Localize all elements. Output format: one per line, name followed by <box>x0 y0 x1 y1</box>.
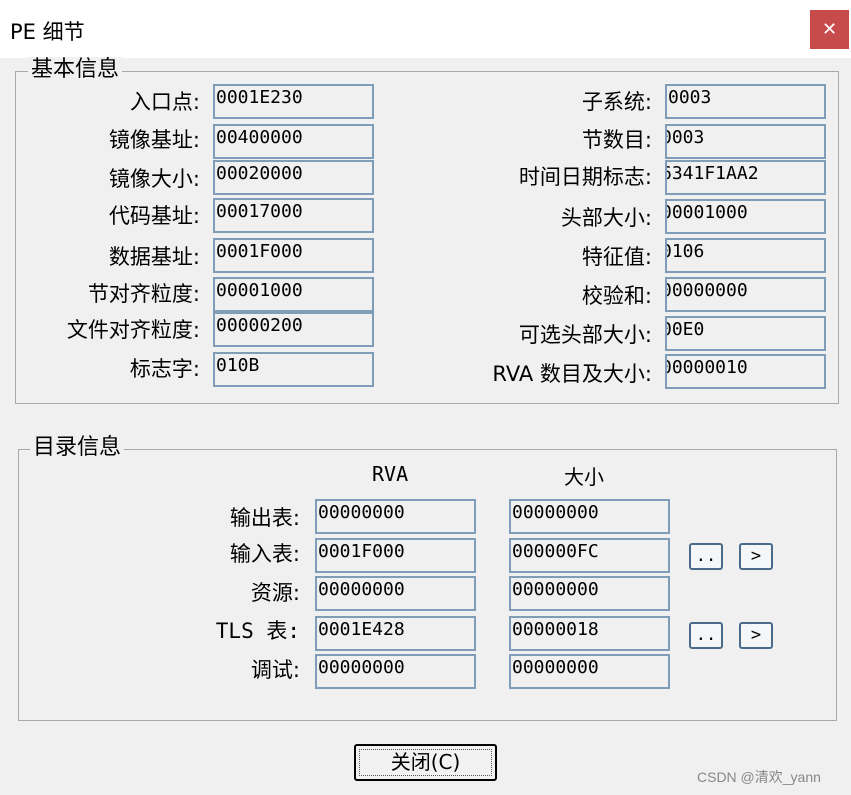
header-size-value: 00001000 <box>665 202 748 223</box>
optional-header-size-value: 00E0 <box>665 319 705 340</box>
section-alignment-field[interactable]: 00001000 <box>213 277 374 312</box>
window-title: PE 细节 <box>10 20 85 44</box>
checksum-value: 00000000 <box>665 280 748 301</box>
label-import-table: 输入表: <box>229 542 300 566</box>
watermark: CSDN @清欢_yann <box>697 769 821 785</box>
import-details-button[interactable]: .. <box>689 543 723 570</box>
resource-rva-field[interactable]: 00000000 <box>315 576 476 611</box>
label-debug: 调试: <box>250 658 300 682</box>
label-resource: 资源: <box>250 581 300 605</box>
label-header-size: 头部大小: <box>560 206 652 230</box>
tls-size-field[interactable]: 00000018 <box>509 616 670 651</box>
close-icon[interactable]: ✕ <box>810 10 849 49</box>
subsystem-field[interactable]: 0003 <box>665 84 826 119</box>
label-timestamp: 时间日期标志: <box>518 165 652 189</box>
section-count-field[interactable]: 0003 <box>665 124 826 159</box>
debug-rva-field[interactable]: 00000000 <box>315 654 476 689</box>
characteristics-value: 0106 <box>665 241 705 262</box>
import-next-button[interactable]: > <box>739 543 773 570</box>
label-checksum: 校验和: <box>581 284 652 308</box>
basic-info-title: 基本信息 <box>28 57 123 83</box>
title-bar: PE 细节 ✕ <box>0 0 851 58</box>
label-file-alignment: 文件对齐粒度: <box>66 318 200 342</box>
subsystem-value: 0003 <box>668 87 712 108</box>
label-characteristics: 特征值: <box>581 245 652 269</box>
image-base-field[interactable]: 00400000 <box>213 124 374 159</box>
close-button[interactable]: 关闭(C) <box>354 744 497 781</box>
label-entry-point: 入口点: <box>129 90 200 114</box>
label-image-base: 镜像基址: <box>108 128 200 152</box>
label-optional-header-size: 可选头部大小: <box>518 323 652 347</box>
import-rva-field[interactable]: 0001F000 <box>315 538 476 573</box>
section-count-value: 0003 <box>665 127 705 148</box>
export-rva-field[interactable]: 00000000 <box>315 499 476 534</box>
label-data-base: 数据基址: <box>108 245 200 269</box>
timestamp-value: 6341F1AA2 <box>665 163 759 184</box>
image-size-field[interactable]: 00020000 <box>213 160 374 195</box>
timestamp-field[interactable]: 6341F1AA2 <box>665 160 826 195</box>
column-header-rva: RVA <box>372 462 409 486</box>
label-subsystem: 子系统: <box>581 90 652 114</box>
characteristics-field[interactable]: 0106 <box>665 238 826 273</box>
tls-rva-field[interactable]: 0001E428 <box>315 616 476 651</box>
debug-size-field[interactable]: 00000000 <box>509 654 670 689</box>
tls-details-button[interactable]: .. <box>689 622 723 649</box>
file-alignment-field[interactable]: 00000200 <box>213 312 374 347</box>
resource-size-field[interactable]: 00000000 <box>509 576 670 611</box>
import-size-field[interactable]: 000000FC <box>509 538 670 573</box>
rva-count-value: 00000010 <box>665 357 748 378</box>
directory-info-title: 目录信息 <box>30 435 125 461</box>
label-tls-table: TLS 表: <box>215 619 300 643</box>
label-code-base: 代码基址: <box>108 204 200 228</box>
optional-header-size-field[interactable]: 00E0 <box>665 316 826 351</box>
data-base-field[interactable]: 0001F000 <box>213 238 374 273</box>
label-rva-count: RVA 数目及大小: <box>492 362 652 386</box>
label-section-count: 节数目: <box>581 128 652 152</box>
rva-count-field[interactable]: 00000010 <box>665 354 826 389</box>
tls-next-button[interactable]: > <box>739 622 773 649</box>
checksum-field[interactable]: 00000000 <box>665 277 826 312</box>
export-size-field[interactable]: 00000000 <box>509 499 670 534</box>
header-size-field[interactable]: 00001000 <box>665 199 826 234</box>
entry-point-field[interactable]: 0001E230 <box>213 84 374 119</box>
label-image-size: 镜像大小: <box>108 167 200 191</box>
magic-field[interactable]: 010B <box>213 352 374 387</box>
label-magic: 标志字: <box>129 357 200 381</box>
label-export-table: 输出表: <box>229 506 300 530</box>
column-header-size: 大小 <box>564 465 604 489</box>
label-section-alignment: 节对齐粒度: <box>87 282 200 306</box>
code-base-field[interactable]: 00017000 <box>213 198 374 233</box>
